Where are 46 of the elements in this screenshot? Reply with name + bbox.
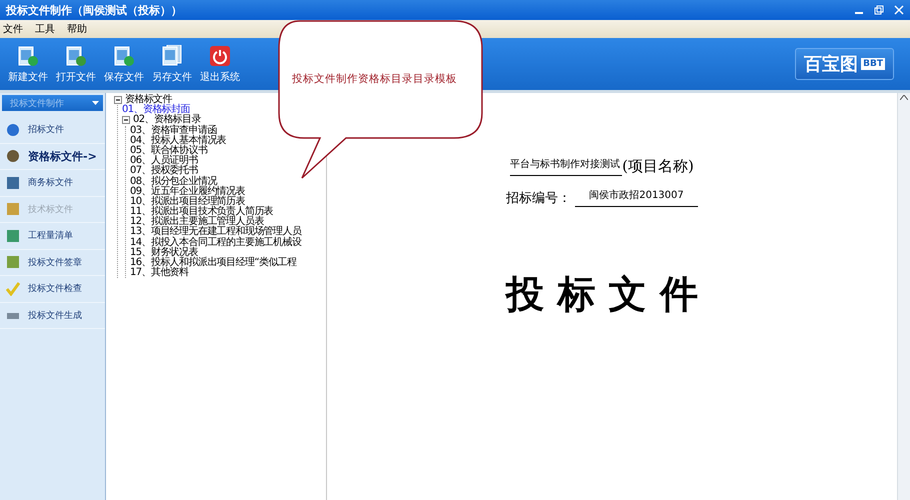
- document-icon: [112, 44, 136, 66]
- close-icon[interactable]: [894, 5, 904, 15]
- tree-item[interactable]: 03、资格审查申请函: [130, 126, 217, 136]
- project-name: 平台与标书制作对接测试: [510, 157, 622, 176]
- menu-item[interactable]: 帮助: [67, 22, 87, 36]
- tender-number-label: 招标编号：: [506, 190, 572, 207]
- tree-item[interactable]: 13、项目经理无在建工程和现场管理人员: [130, 227, 302, 238]
- logo-badge: BBT: [861, 58, 885, 70]
- toolbar-button[interactable]: 打开文件: [54, 44, 98, 84]
- tree-item[interactable]: 09、近五年企业履约情况表: [130, 186, 245, 197]
- tender-number: 闽侯市政招2013007: [575, 188, 698, 207]
- tree-item[interactable]: 17、其他资料: [130, 268, 189, 278]
- scrollbar[interactable]: [897, 93, 910, 500]
- tree-item[interactable]: 08、拟分包企业情况: [130, 176, 217, 187]
- callout-text: 投标文件制作资格标目录目录模板: [292, 72, 457, 86]
- tree-item[interactable]: 02、资格标目录: [133, 115, 201, 126]
- sidebar-item[interactable]: 投标文件签章: [28, 256, 82, 269]
- expander-icon[interactable]: [114, 96, 122, 104]
- sidebar-item[interactable]: 工程量清单: [28, 229, 73, 242]
- window-title: 投标文件制作（闽侯测试（投标））: [6, 2, 183, 18]
- toolbar-button[interactable]: 退出系统: [198, 44, 242, 84]
- document-icon: [64, 44, 88, 66]
- caret-icon: [92, 101, 99, 105]
- document-icon: [160, 44, 184, 66]
- power-icon: [209, 44, 231, 66]
- project-name-label: (项目名称): [622, 157, 694, 176]
- document-icon: [16, 44, 40, 66]
- expander-icon[interactable]: [122, 116, 130, 124]
- tree-item[interactable]: 04、投标人基本情况表: [130, 136, 226, 146]
- sidebar-title: 投标文件制作: [10, 98, 64, 110]
- sidebar-item[interactable]: 招标文件: [28, 123, 64, 136]
- sidebar-item[interactable]: 资格标文件->: [28, 148, 97, 164]
- sidebar-item[interactable]: 投标文件检查: [28, 282, 82, 296]
- restore-icon[interactable]: [874, 5, 884, 15]
- logo-text: 百宝图: [804, 53, 858, 76]
- document-title: 投 标 文 件: [506, 270, 698, 318]
- toolbar-button[interactable]: 另存文件: [150, 44, 194, 84]
- tree-item[interactable]: 14、拟投入本合同工程的主要施工机械设: [130, 238, 302, 248]
- sidebar-item[interactable]: 商务标文件: [28, 176, 73, 190]
- toolbar-button[interactable]: 保存文件: [102, 44, 146, 84]
- menu-item[interactable]: 工具: [35, 22, 55, 36]
- toolbar-button[interactable]: 新建文件: [6, 44, 50, 84]
- sidebar-item[interactable]: 投标文件生成: [28, 308, 82, 322]
- menu-item[interactable]: 文件: [3, 22, 23, 36]
- tree-item[interactable]: 07、授权委托书: [130, 166, 198, 177]
- checkmark-icon: [6, 282, 20, 296]
